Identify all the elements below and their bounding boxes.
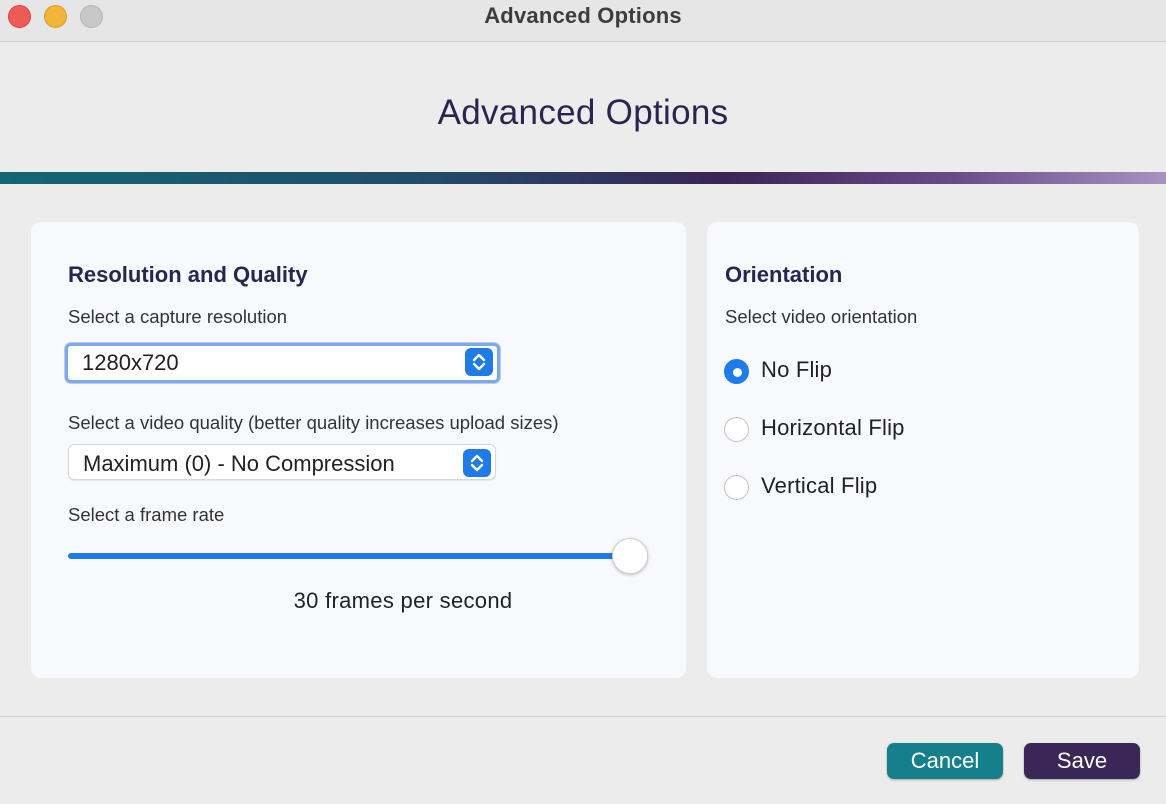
radio-label: No Flip: [761, 357, 833, 382]
cancel-button[interactable]: Cancel: [887, 743, 1003, 779]
radio-label: Vertical Flip: [761, 473, 878, 498]
resolution-label: Select a capture resolution: [68, 306, 288, 327]
orientation-title: Orientation: [725, 262, 843, 287]
title-bar: Advanced Options: [0, 0, 1166, 42]
quality-select-value: Maximum (0) - No Compression: [83, 451, 395, 476]
framerate-slider-track[interactable]: [68, 553, 648, 559]
chevron-up-down-icon: [463, 449, 491, 477]
orientation-label: Select video orientation: [725, 306, 918, 327]
header-gradient-divider: [0, 172, 1166, 184]
quality-select[interactable]: Maximum (0) - No Compression: [68, 444, 496, 480]
orientation-panel: Orientation Select video orientation No …: [707, 222, 1139, 678]
chevron-up-down-icon: [465, 348, 493, 376]
framerate-label: Select a frame rate: [68, 504, 225, 525]
radio-button[interactable]: [724, 417, 749, 442]
quality-label: Select a video quality (better quality i…: [68, 412, 559, 433]
resolution-select-value: 1280x720: [82, 350, 179, 375]
advanced-options-window: Advanced Options Advanced Options Resolu…: [0, 0, 1166, 804]
resolution-select[interactable]: 1280x720: [65, 343, 500, 383]
radio-button[interactable]: [724, 359, 749, 384]
window-title: Advanced Options: [484, 3, 682, 28]
framerate-slider-thumb[interactable]: [612, 538, 648, 574]
footer-divider: [0, 716, 1166, 717]
radio-button[interactable]: [724, 475, 749, 500]
radio-label: Horizontal Flip: [761, 415, 905, 440]
framerate-value-text: 30 frames per second: [293, 588, 513, 613]
save-button[interactable]: Save: [1024, 743, 1140, 779]
resolution-quality-title: Resolution and Quality: [68, 262, 308, 287]
resolution-quality-panel: Resolution and Quality Select a capture …: [31, 222, 686, 678]
page-title: Advanced Options: [437, 93, 729, 132]
